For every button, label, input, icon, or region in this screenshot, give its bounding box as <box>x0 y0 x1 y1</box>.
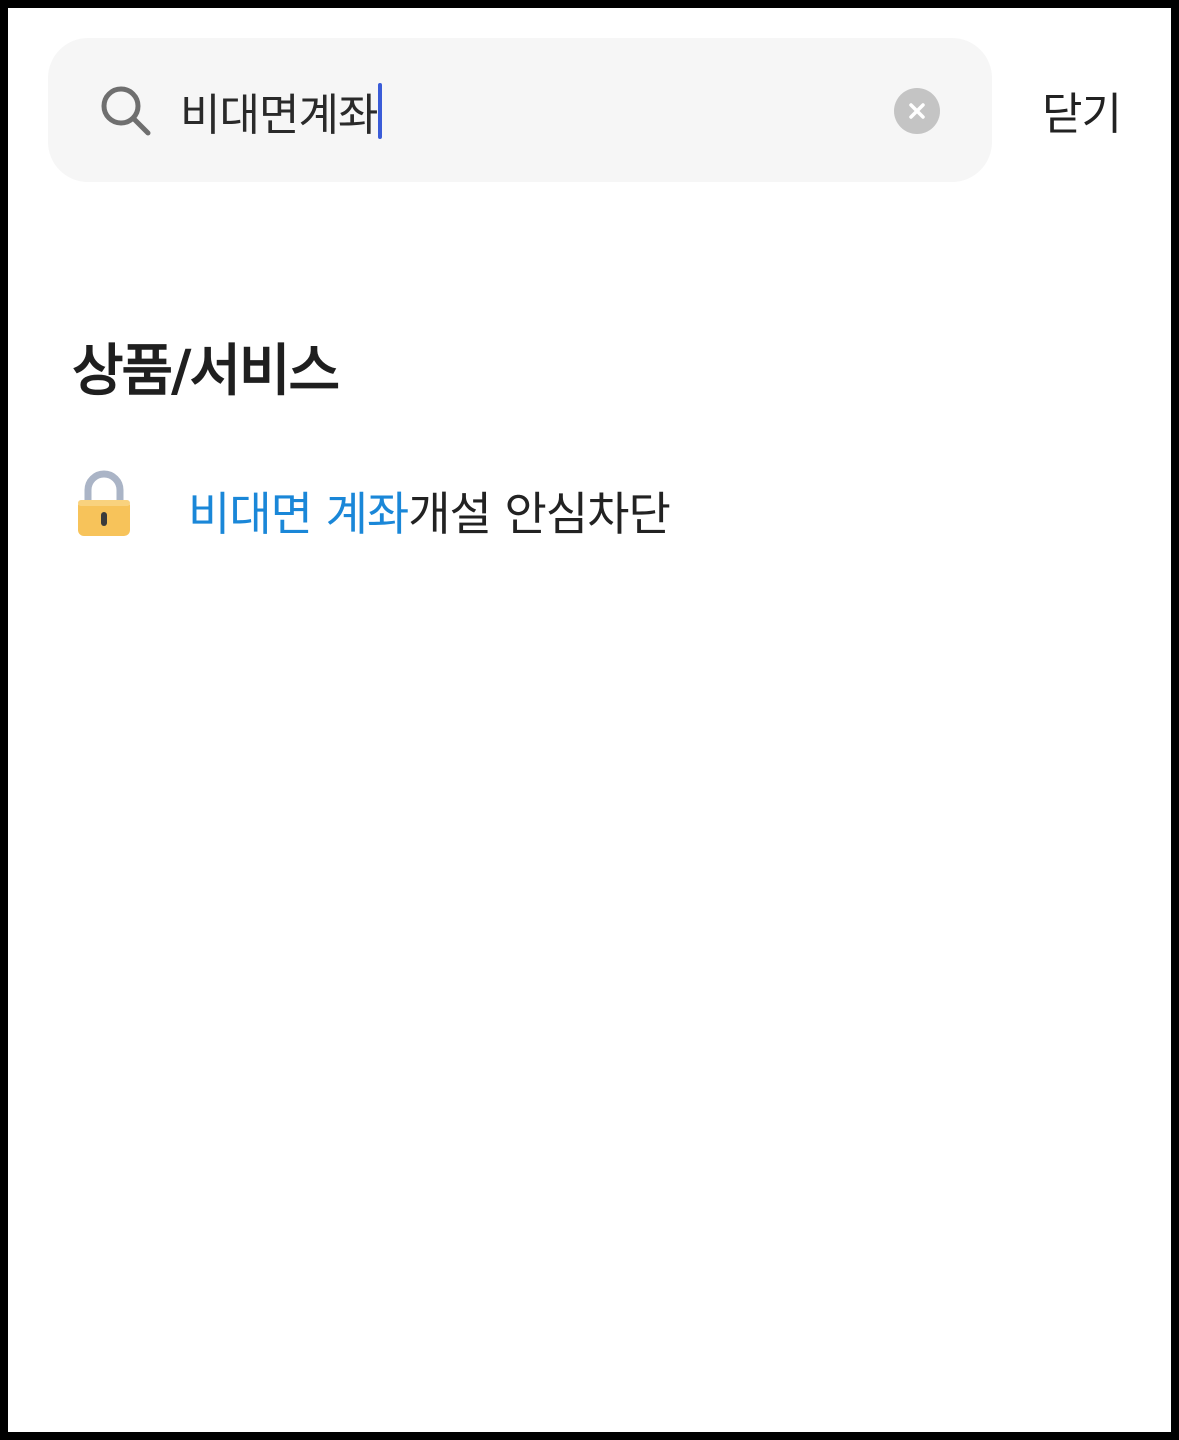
section-title: 상품/서비스 <box>72 339 340 404</box>
result-label: 비대면 계좌개설 안심차단 <box>188 478 671 544</box>
list-item[interactable]: 비대면 계좌개설 안심차단 <box>48 448 1128 578</box>
close-icon <box>909 103 925 119</box>
search-bar[interactable]: 비대면계좌 <box>48 38 992 182</box>
text-caret <box>378 83 383 139</box>
close-button[interactable]: 닫기 <box>1042 78 1122 142</box>
search-input[interactable]: 비대면계좌 <box>180 80 383 142</box>
lock-icon <box>78 470 130 536</box>
search-query: 비대면계좌 <box>180 90 378 141</box>
result-rest-text: 개설 안심차단 <box>408 487 671 541</box>
search-screen: 비대면계좌 닫기 상품/서비스 비대면 계좌개설 안심차단 <box>8 8 1171 1432</box>
search-icon <box>101 86 151 136</box>
matched-text: 비대면 계좌 <box>188 487 409 541</box>
clear-search-button[interactable] <box>894 88 940 134</box>
